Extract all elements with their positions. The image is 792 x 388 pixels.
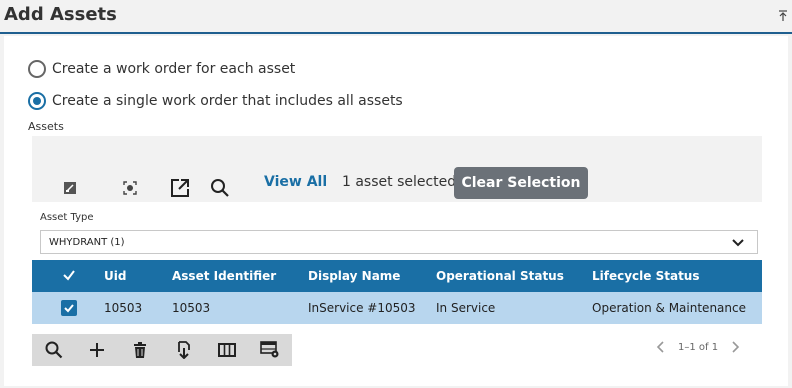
option-single-label: Create a single work order that includes… bbox=[52, 93, 403, 109]
add-assets-panel: Create a work order for each asset Creat… bbox=[4, 36, 788, 386]
column-header-lifecycle-status[interactable]: Lifecycle Status bbox=[592, 260, 700, 292]
asset-type-label: Asset Type bbox=[40, 212, 94, 223]
map-edit-icon[interactable] bbox=[58, 176, 82, 200]
panel-header: Add Assets bbox=[0, 0, 792, 34]
option-single[interactable]: Create a single work order that includes… bbox=[28, 92, 403, 110]
search-icon[interactable] bbox=[208, 176, 232, 200]
table-actions-bar bbox=[32, 334, 292, 366]
chevron-down-icon bbox=[732, 239, 744, 247]
assets-label: Assets bbox=[28, 120, 64, 133]
chevron-right-icon[interactable] bbox=[728, 340, 742, 354]
open-external-icon[interactable] bbox=[168, 176, 192, 200]
pagination: 1–1 of 1 bbox=[654, 340, 742, 354]
view-all-link[interactable]: View All bbox=[264, 174, 327, 190]
pager-text: 1–1 of 1 bbox=[678, 341, 719, 353]
option-per-asset[interactable]: Create a work order for each asset bbox=[28, 60, 295, 78]
check-icon[interactable] bbox=[62, 268, 76, 282]
cell-display-name: InService #10503 bbox=[308, 301, 416, 315]
cell-uid: 10503 bbox=[104, 301, 143, 315]
radio-single[interactable] bbox=[28, 92, 46, 110]
asset-type-select[interactable]: WHYDRANT (1) bbox=[40, 230, 758, 254]
asset-type-value: WHYDRANT (1) bbox=[49, 236, 125, 248]
search-icon[interactable] bbox=[32, 334, 75, 366]
cell-operational-status: In Service bbox=[436, 301, 496, 315]
download-icon[interactable] bbox=[162, 334, 205, 366]
table-row[interactable]: 10503 10503 InService #10503 In Service … bbox=[32, 292, 762, 324]
column-header-operational-status[interactable]: Operational Status bbox=[436, 260, 564, 292]
chevron-left-icon[interactable] bbox=[654, 340, 668, 354]
radio-per-asset[interactable] bbox=[28, 60, 46, 78]
locate-icon[interactable] bbox=[118, 176, 142, 200]
collapse-icon[interactable] bbox=[778, 10, 788, 22]
columns-icon[interactable] bbox=[205, 334, 248, 366]
check-icon bbox=[64, 304, 74, 313]
column-header-asset-identifier[interactable]: Asset Identifier bbox=[172, 260, 276, 292]
option-per-asset-label: Create a work order for each asset bbox=[52, 61, 296, 77]
page-title: Add Assets bbox=[4, 4, 117, 25]
row-checkbox[interactable] bbox=[61, 300, 77, 316]
cell-lifecycle-status: Operation & Maintenance bbox=[592, 301, 746, 315]
column-header-uid[interactable]: Uid bbox=[104, 260, 126, 292]
cell-asset-identifier: 10503 bbox=[172, 301, 211, 315]
delete-icon[interactable] bbox=[119, 334, 162, 366]
add-icon[interactable] bbox=[75, 334, 118, 366]
column-header-display-name[interactable]: Display Name bbox=[308, 260, 400, 292]
clear-selection-button[interactable]: Clear Selection bbox=[454, 167, 588, 199]
table-header: Uid Asset Identifier Display Name Operat… bbox=[32, 260, 762, 292]
table-settings-icon[interactable] bbox=[249, 334, 292, 366]
selection-count: 1 asset selected bbox=[342, 174, 457, 190]
